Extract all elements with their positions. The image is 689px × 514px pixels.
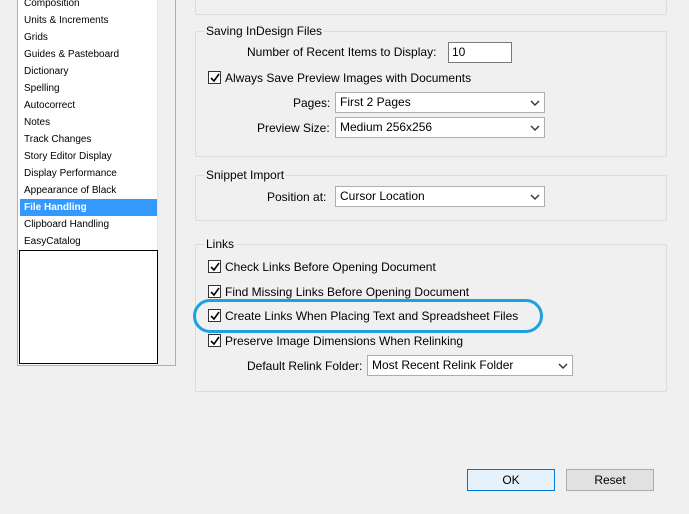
category-item-dictionary[interactable]: Dictionary xyxy=(20,63,158,80)
reset-button[interactable]: Reset xyxy=(566,469,654,491)
links-group-title: Links xyxy=(204,237,237,251)
category-item-guides-pasteboard[interactable]: Guides & Pasteboard xyxy=(20,46,158,63)
category-item-units-increments[interactable]: Units & Increments xyxy=(20,12,158,29)
chevron-down-icon xyxy=(530,194,540,200)
position-at-select-value: Cursor Location xyxy=(340,189,425,203)
find-missing-links-checkbox-row[interactable]: Find Missing Links Before Opening Docume… xyxy=(208,284,508,300)
recent-items-label: Number of Recent Items to Display: xyxy=(247,45,437,59)
position-at-label: Position at: xyxy=(267,190,327,204)
snippet-group-title: Snippet Import xyxy=(204,168,287,182)
check-links-checkbox-row[interactable]: Check Links Before Opening Document xyxy=(208,259,508,275)
find-missing-links-checkbox[interactable] xyxy=(208,285,221,298)
check-links-checkbox[interactable] xyxy=(208,260,221,273)
default-relink-folder-label: Default Relink Folder: xyxy=(247,359,363,373)
preview-size-label: Preview Size: xyxy=(257,121,330,135)
recent-items-input[interactable]: 10 xyxy=(448,42,512,63)
saving-group-title: Saving InDesign Files xyxy=(204,24,325,38)
category-item-spelling[interactable]: Spelling xyxy=(20,80,158,97)
pages-select-value: First 2 Pages xyxy=(340,95,411,109)
category-item-clipboard-handling[interactable]: Clipboard Handling xyxy=(20,216,158,233)
preserve-dimensions-label: Preserve Image Dimensions When Relinking xyxy=(225,334,464,348)
category-item-track-changes[interactable]: Track Changes xyxy=(20,131,158,148)
pages-select[interactable]: First 2 Pages xyxy=(335,92,545,113)
always-save-preview-checkbox[interactable] xyxy=(208,71,221,84)
preserve-dimensions-checkbox-row[interactable]: Preserve Image Dimensions When Relinking xyxy=(208,333,508,349)
preview-size-select-value: Medium 256x256 xyxy=(340,120,433,134)
always-save-preview-checkbox-row[interactable]: Always Save Preview Images with Document… xyxy=(208,70,508,86)
position-at-select[interactable]: Cursor Location xyxy=(335,186,545,207)
pages-label: Pages: xyxy=(293,96,331,110)
find-missing-links-label: Find Missing Links Before Opening Docume… xyxy=(225,285,470,299)
preserve-dimensions-checkbox[interactable] xyxy=(208,334,221,347)
check-links-label: Check Links Before Opening Document xyxy=(225,260,436,274)
checkmark-icon xyxy=(210,287,220,297)
category-list-scrollbar[interactable] xyxy=(157,0,175,365)
category-item-notes[interactable]: Notes xyxy=(20,114,158,131)
checkmark-icon xyxy=(210,336,220,346)
preview-size-select[interactable]: Medium 256x256 xyxy=(335,117,545,138)
highlight-ring-annotation xyxy=(193,299,543,333)
category-item-display-performance[interactable]: Display Performance xyxy=(20,165,158,182)
default-relink-folder-select-value: Most Recent Relink Folder xyxy=(372,358,514,372)
ok-button[interactable]: OK xyxy=(467,469,555,491)
previous-group-box xyxy=(195,0,667,15)
chevron-down-icon xyxy=(558,363,568,369)
category-item-story-editor-display[interactable]: Story Editor Display xyxy=(20,148,158,165)
category-item-grids[interactable]: Grids xyxy=(20,29,158,46)
chevron-down-icon xyxy=(530,125,540,131)
default-relink-folder-select[interactable]: Most Recent Relink Folder xyxy=(367,355,573,376)
category-item-easycatalog[interactable]: EasyCatalog xyxy=(20,233,158,250)
category-item-autocorrect[interactable]: Autocorrect xyxy=(20,97,158,114)
category-item-appearance-of-black[interactable]: Appearance of Black xyxy=(20,182,158,199)
always-save-preview-label: Always Save Preview Images with Document… xyxy=(225,71,472,85)
category-preview-panel xyxy=(19,250,158,364)
category-item-composition[interactable]: Composition xyxy=(20,0,158,12)
category-item-file-handling[interactable]: File Handling xyxy=(20,199,158,216)
checkmark-icon xyxy=(210,262,220,272)
chevron-down-icon xyxy=(530,100,540,106)
checkmark-icon xyxy=(210,73,220,83)
